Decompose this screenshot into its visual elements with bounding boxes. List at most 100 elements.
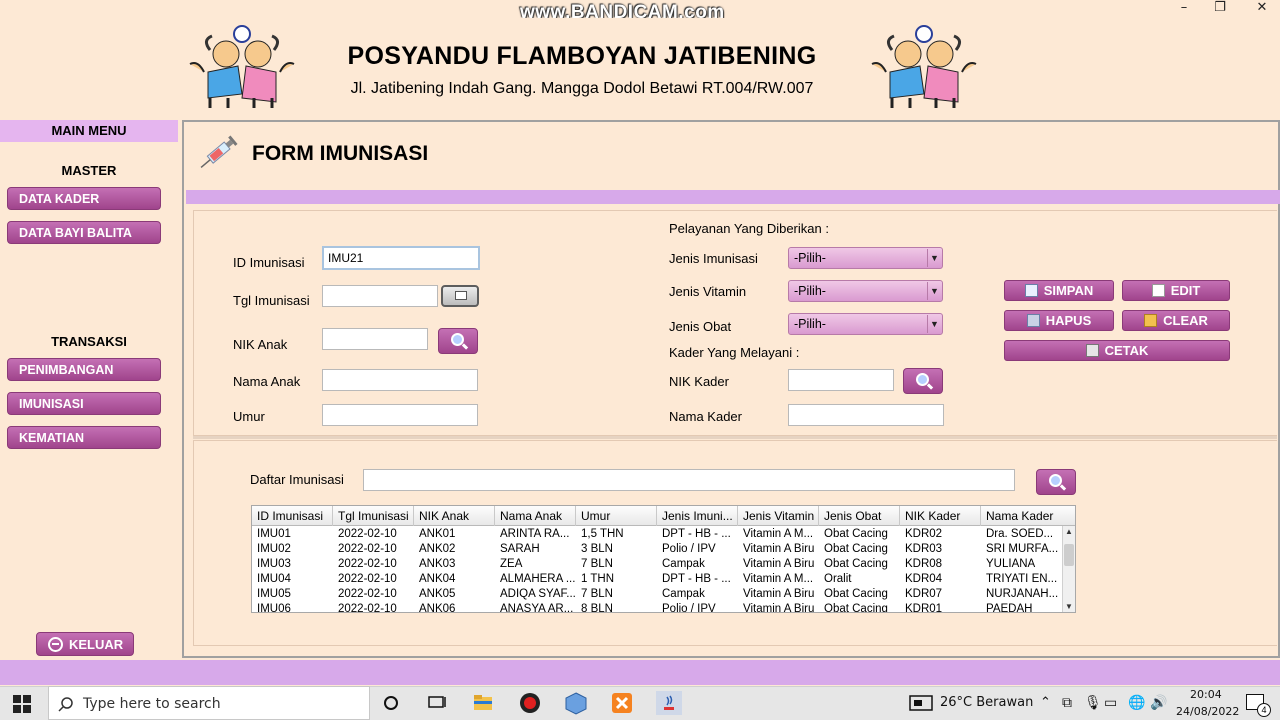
table-row[interactable]: IMU06 2022-02-10 ANK06 ANASYA AR... 8 BLN Pol… (252, 602, 1062, 613)
maximize-button[interactable]: ❐ (1200, 0, 1240, 16)
cortana-icon[interactable] (378, 691, 404, 715)
column-header[interactable]: Jenis Obat (819, 506, 900, 526)
jenis-imunisasi-select[interactable]: -Pilih- ▼ (788, 247, 943, 269)
nama-kader-field[interactable] (788, 404, 944, 426)
table-cell: IMU01 (257, 528, 291, 540)
sidebar-item-data-kader[interactable]: DATA KADER (7, 187, 161, 210)
sidebar-section-transaksi: TRANSAKSI (51, 334, 127, 349)
notifications-icon[interactable]: 4 (1246, 694, 1271, 717)
form-title: FORM IMUNISASI (252, 142, 429, 165)
column-header[interactable]: ID Imunisasi (252, 506, 333, 526)
volume-icon[interactable]: 🔊 (1150, 695, 1167, 711)
table-row[interactable]: IMU05 2022-02-10 ANK05 ADIQA SYAF... 7 BLN Ca… (252, 587, 1062, 602)
sidebar-item-data-bayi-balita[interactable]: DATA BAYI BALITA (7, 221, 161, 244)
table-cell: KDR02 (905, 528, 943, 540)
syringe-icon (200, 135, 238, 168)
table-row[interactable]: IMU01 2022-02-10 ANK01 ARINTA RA... 1,5 THN D… (252, 527, 1062, 542)
battery-icon[interactable]: ▭ (1104, 695, 1117, 711)
table-row[interactable]: IMU03 2022-02-10 ANK03 ZEA 7 BLN Campak Vitami… (252, 557, 1062, 572)
column-header[interactable]: Jenis Vitamin (738, 506, 819, 526)
virtualbox-icon[interactable] (563, 691, 589, 715)
calendar-icon (455, 291, 467, 300)
search-anak-button[interactable] (438, 328, 478, 354)
sidebar-heading: MAIN MENU (0, 120, 178, 142)
header-band (186, 190, 1280, 204)
table-cell: KDR08 (905, 558, 943, 570)
network-icon[interactable]: 🌐 (1128, 695, 1145, 711)
list-search-input[interactable] (363, 469, 1015, 491)
table-cell: ADIQA SYAF... (500, 588, 576, 600)
table-cell: ANK02 (419, 543, 456, 555)
clear-button[interactable]: CLEAR (1122, 310, 1230, 331)
nik-anak-field[interactable] (322, 328, 428, 350)
scroll-down-icon[interactable]: ▼ (1063, 601, 1075, 612)
taskbar-search-input[interactable]: Type here to search (48, 686, 370, 720)
jenis-vitamin-select[interactable]: -Pilih- ▼ (788, 280, 943, 302)
exit-icon (48, 637, 63, 652)
app-address: Jl. Jatibening Indah Gang. Mangga Dodol … (350, 80, 814, 97)
tray-app-icon[interactable]: ⧉ (1062, 695, 1072, 711)
column-header[interactable]: NIK Kader (900, 506, 981, 526)
column-header[interactable]: Umur (576, 506, 657, 526)
list-search-button[interactable] (1036, 469, 1076, 495)
sidebar-item-kematian[interactable]: KEMATIAN (7, 426, 161, 449)
java-app-icon[interactable] (656, 691, 682, 715)
imunisasi-table[interactable]: ID Imunisasi Tgl Imunisasi NIK Anak Nama An… (251, 505, 1076, 613)
column-header[interactable]: Jenis Imuni... (657, 506, 738, 526)
column-header[interactable]: Nama Kader (981, 506, 1075, 526)
xampp-icon[interactable] (609, 691, 635, 715)
tgl-imunisasi-field[interactable] (322, 285, 438, 307)
minimize-button[interactable]: – (1164, 0, 1204, 16)
table-cell: 1,5 THN (581, 528, 624, 540)
id-imunisasi-field[interactable]: IMU21 (322, 246, 480, 270)
print-label: CETAK (1104, 343, 1149, 358)
tray-chevron-up-icon[interactable]: ⌃ (1040, 695, 1051, 710)
table-cell: 8 BLN (581, 603, 613, 613)
edit-button[interactable]: EDIT (1122, 280, 1230, 301)
scroll-thumb[interactable] (1064, 544, 1074, 566)
file-explorer-icon[interactable] (470, 691, 496, 715)
microphone-icon[interactable]: 🎙 (1084, 695, 1102, 711)
search-kader-button[interactable] (903, 368, 943, 394)
table-cell: Polio / IPV (662, 603, 716, 613)
umur-field[interactable] (322, 404, 478, 426)
column-header[interactable]: NIK Anak (414, 506, 495, 526)
label-nama-kader: Nama Kader (669, 409, 742, 424)
table-cell: 2022-02-10 (338, 588, 397, 600)
date-picker-button[interactable] (441, 285, 479, 307)
table-row[interactable]: IMU04 2022-02-10 ANK04 ALMAHERA ... 1 THN DPT… (252, 572, 1062, 587)
table-cell: IMU02 (257, 543, 291, 555)
table-cell: Vitamin A Biru (743, 543, 815, 555)
jenis-vitamin-value: -Pilih- (794, 284, 826, 298)
windows-start-icon[interactable] (13, 695, 31, 713)
column-header[interactable]: Nama Anak (495, 506, 576, 526)
table-cell: KDR03 (905, 543, 943, 555)
notification-count: 4 (1257, 703, 1271, 717)
label-nik-kader: NIK Kader (669, 374, 729, 389)
table-cell: ZEA (500, 558, 523, 570)
delete-button[interactable]: HAPUS (1004, 310, 1114, 331)
column-header[interactable]: Tgl Imunisasi (333, 506, 414, 526)
nama-anak-field[interactable] (322, 369, 478, 391)
table-cell: Campak (662, 588, 705, 600)
table-scrollbar[interactable]: ▲ ▼ (1062, 526, 1075, 612)
taskbar-search-placeholder: Type here to search (83, 696, 221, 712)
jenis-obat-select[interactable]: -Pilih- ▼ (788, 313, 943, 335)
exit-button[interactable]: KELUAR (36, 632, 134, 656)
sidebar-item-penimbangan[interactable]: PENIMBANGAN (7, 358, 161, 381)
sidebar-item-imunisasi[interactable]: IMUNISASI (7, 392, 161, 415)
scroll-up-icon[interactable]: ▲ (1063, 526, 1075, 538)
search-icon (916, 373, 929, 386)
bandicam-record-icon[interactable] (517, 691, 543, 715)
taskbar-date[interactable]: 24/08/2022 (1176, 705, 1239, 718)
table-cell: IMU06 (257, 603, 291, 613)
nik-kader-field[interactable] (788, 369, 894, 391)
close-button[interactable]: ✕ (1242, 0, 1280, 16)
table-row[interactable]: IMU02 2022-02-10 ANK02 SARAH 3 BLN Polio / IP… (252, 542, 1062, 557)
task-view-icon[interactable] (424, 691, 450, 715)
save-button[interactable]: SIMPAN (1004, 280, 1114, 301)
table-cell: 2022-02-10 (338, 603, 397, 613)
print-button[interactable]: CETAK (1004, 340, 1230, 361)
taskbar-time[interactable]: 20:04 (1190, 688, 1222, 701)
table-cell: 2022-02-10 (338, 558, 397, 570)
